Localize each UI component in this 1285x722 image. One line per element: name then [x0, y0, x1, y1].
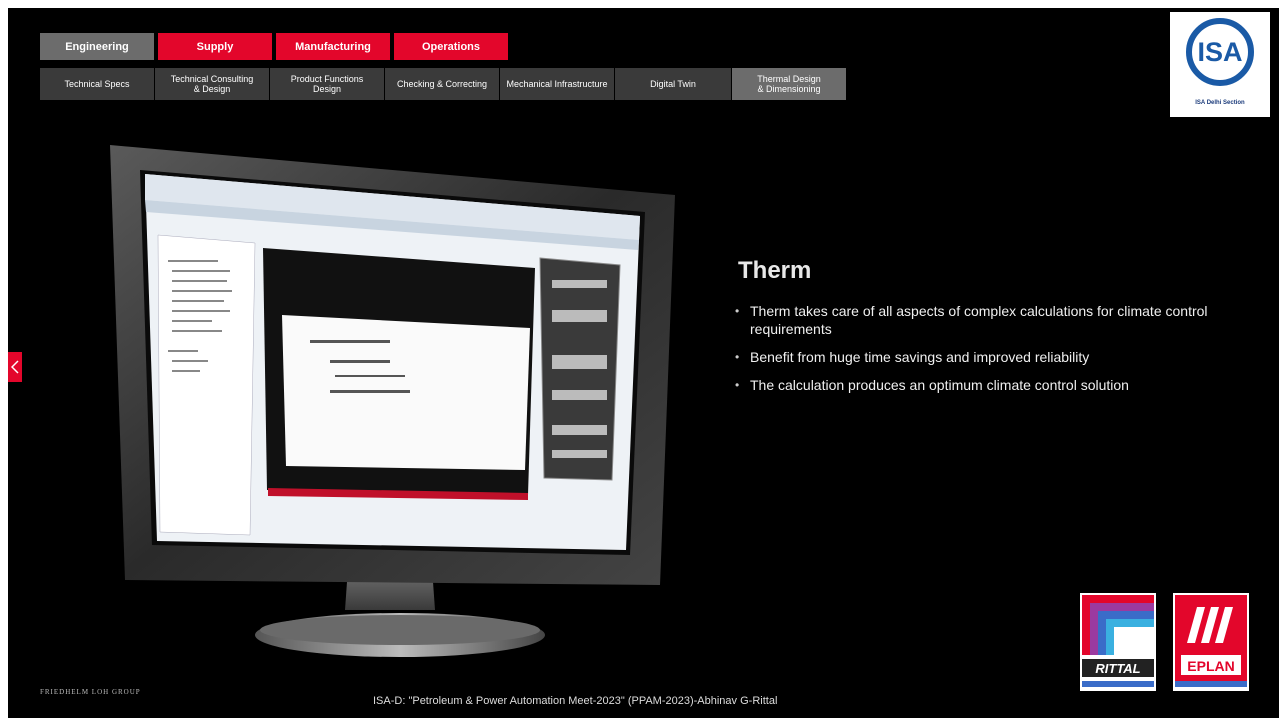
eplan-logo-mark: EPLAN — [1175, 595, 1247, 687]
chevron-left-icon — [11, 360, 19, 374]
bullet-item: Therm takes care of all aspects of compl… — [732, 302, 1232, 338]
monitor-illustration — [100, 140, 680, 660]
tab-manufacturing[interactable]: Manufacturing — [276, 33, 390, 60]
rittal-logo-mark: RITTAL — [1082, 595, 1154, 687]
previous-slide-button[interactable] — [8, 352, 22, 382]
isa-section-label: ISA Delhi Section — [1195, 100, 1245, 106]
footer-event: ISA-D: "Petroleum & Power Automation Mee… — [373, 695, 778, 707]
tab-engineering[interactable]: Engineering — [40, 33, 154, 60]
bullet-item: The calculation produces an optimum clim… — [732, 376, 1232, 394]
eplan-logo: EPLAN — [1173, 593, 1249, 691]
isa-logo: ISA ISA Delhi Section — [1170, 12, 1270, 117]
bullet-item: Benefit from huge time savings and impro… — [732, 348, 1232, 366]
tab-mechanical-infrastructure[interactable]: Mechanical Infrastructure — [500, 68, 614, 100]
isa-logo-mark: ISA — [1186, 18, 1254, 86]
tab-product-functions[interactable]: Product Functions Design — [270, 68, 384, 100]
sub-tabs: Technical Specs Technical Consulting & D… — [40, 68, 846, 100]
tab-checking-correcting[interactable]: Checking & Correcting — [385, 68, 499, 100]
slide-bullets: Therm takes care of all aspects of compl… — [732, 302, 1232, 404]
tab-supply[interactable]: Supply — [158, 33, 272, 60]
rittal-logo-text: RITTAL — [1095, 661, 1140, 676]
rittal-logo: RITTAL — [1080, 593, 1156, 691]
tab-operations[interactable]: Operations — [394, 33, 508, 60]
eplan-logo-text: EPLAN — [1187, 658, 1234, 674]
tab-digital-twin[interactable]: Digital Twin — [615, 68, 731, 100]
tab-technical-specs[interactable]: Technical Specs — [40, 68, 154, 100]
tab-thermal-design[interactable]: Thermal Design & Dimensioning — [732, 68, 846, 100]
footer-company: FRIEDHELM LOH GROUP — [40, 688, 141, 696]
main-tabs: Engineering Supply Manufacturing Operati… — [40, 33, 508, 60]
slide-title: Therm — [738, 257, 812, 284]
tab-technical-consulting[interactable]: Technical Consulting & Design — [155, 68, 269, 100]
isa-logo-text: ISA — [1197, 36, 1243, 67]
monitor-image — [110, 145, 675, 657]
